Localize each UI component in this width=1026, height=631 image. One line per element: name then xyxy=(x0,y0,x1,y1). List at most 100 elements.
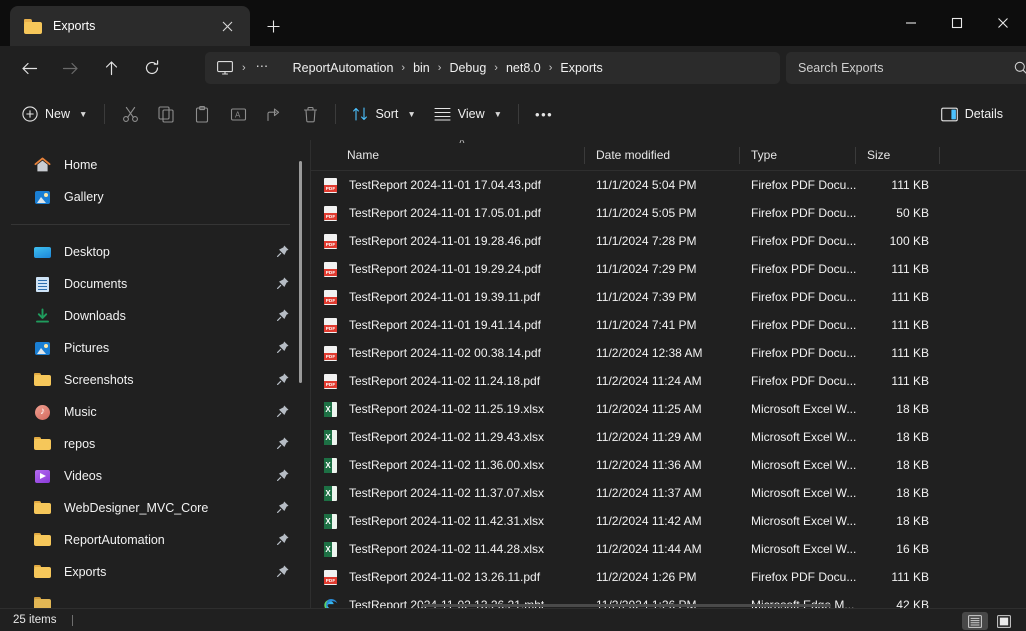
pin-icon[interactable] xyxy=(276,436,290,455)
view-button[interactable]: View ▼ xyxy=(425,98,511,130)
sidebar-item-home[interactable]: Home xyxy=(10,149,298,181)
pin-icon[interactable] xyxy=(276,372,290,391)
pin-icon[interactable] xyxy=(276,308,290,327)
table-row[interactable]: TestReport 2024-11-02 11.42.31.xlsx 11/2/… xyxy=(311,507,1026,535)
search-input[interactable]: Search Exports xyxy=(786,52,1026,84)
sidebar-item-repos[interactable]: repos xyxy=(10,428,298,460)
delete-button[interactable] xyxy=(292,98,328,130)
table-row[interactable]: TestReport 2024-11-02 11.44.28.xlsx 11/2/… xyxy=(311,535,1026,563)
table-row[interactable]: TestReport 2024-11-01 19.28.46.pdf 11/1/2… xyxy=(311,227,1026,255)
large-icons-view-button[interactable] xyxy=(991,612,1017,630)
file-name-cell[interactable]: TestReport 2024-11-02 11.29.43.xlsx xyxy=(311,429,585,446)
tab-close-icon[interactable] xyxy=(214,13,240,39)
table-row[interactable]: TestReport 2024-11-02 11.36.00.xlsx 11/2/… xyxy=(311,451,1026,479)
share-button[interactable] xyxy=(256,98,292,130)
file-name-cell[interactable]: TestReport 2024-11-01 19.29.24.pdf xyxy=(311,261,585,278)
sidebar-item-partial[interactable] xyxy=(10,588,298,608)
navigation-sidebar[interactable]: Home Gallery Desktop Documents Downloads xyxy=(0,140,310,608)
breadcrumb: › ⋯ ReportAutomation › bin › Debug › net… xyxy=(205,52,780,84)
sidebar-item-reportautomation[interactable]: ReportAutomation xyxy=(10,524,298,556)
pin-icon[interactable] xyxy=(276,564,290,583)
table-row[interactable]: TestReport 2024-11-01 17.04.43.pdf 11/1/2… xyxy=(311,171,1026,199)
minimize-button[interactable] xyxy=(888,0,934,46)
table-row[interactable]: TestReport 2024-11-01 19.39.11.pdf 11/1/2… xyxy=(311,283,1026,311)
sidebar-item-videos[interactable]: Videos xyxy=(10,460,298,492)
close-button[interactable] xyxy=(980,0,1026,46)
table-row[interactable]: TestReport 2024-11-01 19.29.24.pdf 11/1/2… xyxy=(311,255,1026,283)
monitor-icon[interactable] xyxy=(215,60,234,77)
column-header-date-modified[interactable]: Date modified xyxy=(585,140,740,171)
sidebar-item-music[interactable]: ♪ Music xyxy=(10,396,298,428)
file-name-cell[interactable]: TestReport 2024-11-01 17.05.01.pdf xyxy=(311,205,585,222)
scrollbar-thumb[interactable] xyxy=(421,604,831,607)
file-name-cell[interactable]: TestReport 2024-11-01 19.39.11.pdf xyxy=(311,289,585,306)
sidebar-item-downloads[interactable]: Downloads xyxy=(10,300,298,332)
file-name-cell[interactable]: TestReport 2024-11-02 11.44.28.xlsx xyxy=(311,541,585,558)
breadcrumb-item-debug[interactable]: Debug xyxy=(449,61,486,75)
tab-exports[interactable]: Exports xyxy=(10,6,250,46)
table-row[interactable]: TestReport 2024-11-02 11.24.18.pdf 11/2/2… xyxy=(311,367,1026,395)
table-row[interactable]: TestReport 2024-11-02 00.38.14.pdf 11/2/2… xyxy=(311,339,1026,367)
table-row[interactable]: TestReport 2024-11-01 17.05.01.pdf 11/1/2… xyxy=(311,199,1026,227)
table-row[interactable]: TestReport 2024-11-02 11.37.07.xlsx 11/2/… xyxy=(311,479,1026,507)
pin-icon[interactable] xyxy=(276,276,290,295)
file-name-cell[interactable]: TestReport 2024-11-02 11.24.18.pdf xyxy=(311,373,585,390)
copy-button[interactable] xyxy=(148,98,184,130)
file-name-cell[interactable]: TestReport 2024-11-02 00.38.14.pdf xyxy=(311,345,585,362)
new-button[interactable]: New ▼ xyxy=(14,98,97,130)
file-name-cell[interactable]: TestReport 2024-11-01 19.41.14.pdf xyxy=(311,317,585,334)
rename-button[interactable]: A xyxy=(220,98,256,130)
cut-button[interactable] xyxy=(112,98,148,130)
file-name-cell[interactable]: TestReport 2024-11-01 17.04.43.pdf xyxy=(311,177,585,194)
file-name-cell[interactable]: TestReport 2024-11-02 11.42.31.xlsx xyxy=(311,513,585,530)
breadcrumb-item-reportautomation[interactable]: ReportAutomation xyxy=(293,61,394,75)
file-name-cell[interactable]: TestReport 2024-11-02 11.36.00.xlsx xyxy=(311,457,585,474)
file-name-cell[interactable]: TestReport 2024-11-02 13.26.11.pdf xyxy=(311,569,585,586)
table-row[interactable]: TestReport 2024-11-02 11.25.19.xlsx 11/2/… xyxy=(311,395,1026,423)
refresh-button[interactable] xyxy=(136,52,168,84)
pin-icon[interactable] xyxy=(276,404,290,423)
up-button[interactable] xyxy=(95,52,127,84)
breadcrumb-overflow[interactable]: ⋯ xyxy=(254,58,272,79)
column-header-type[interactable]: Type xyxy=(740,140,856,171)
sort-button[interactable]: Sort ▼ xyxy=(343,98,424,130)
pin-icon[interactable] xyxy=(276,340,290,359)
sidebar-item-screenshots[interactable]: Screenshots xyxy=(10,364,298,396)
breadcrumb-item-net80[interactable]: net8.0 xyxy=(506,61,541,75)
pin-icon[interactable] xyxy=(276,244,290,263)
breadcrumb-item-bin[interactable]: bin xyxy=(413,61,430,75)
sidebar-item-documents[interactable]: Documents xyxy=(10,268,298,300)
back-button[interactable] xyxy=(13,52,45,84)
table-row[interactable]: TestReport 2024-11-02 13.26.11.pdf 11/2/2… xyxy=(311,563,1026,591)
file-name-cell[interactable]: TestReport 2024-11-01 19.28.46.pdf xyxy=(311,233,585,250)
pin-icon[interactable] xyxy=(276,468,290,487)
maximize-button[interactable] xyxy=(934,0,980,46)
sidebar-item-label: Videos xyxy=(64,469,102,483)
file-name-cell[interactable]: TestReport 2024-11-02 11.25.19.xlsx xyxy=(311,401,585,418)
pdf-file-icon xyxy=(323,261,339,278)
sidebar-scrollbar[interactable] xyxy=(299,161,302,383)
paste-button[interactable] xyxy=(184,98,220,130)
search-icon[interactable] xyxy=(1014,61,1026,75)
forward-button[interactable] xyxy=(54,52,86,84)
new-tab-button[interactable] xyxy=(258,11,288,41)
pin-icon[interactable] xyxy=(276,500,290,519)
file-name-cell[interactable]: TestReport 2024-11-02 11.37.07.xlsx xyxy=(311,485,585,502)
pin-icon[interactable] xyxy=(276,532,290,551)
sidebar-item-exports[interactable]: Exports xyxy=(10,556,298,588)
sidebar-item-desktop[interactable]: Desktop xyxy=(10,236,298,268)
sort-button-label: Sort xyxy=(375,107,399,121)
documents-icon xyxy=(34,276,51,293)
details-view-button[interactable] xyxy=(962,612,988,630)
sidebar-item-pictures[interactable]: Pictures xyxy=(10,332,298,364)
sidebar-item-gallery[interactable]: Gallery xyxy=(10,181,298,213)
sidebar-item-webdesigner-mvc-core[interactable]: WebDesigner_MVC_Core xyxy=(10,492,298,524)
file-name-label: TestReport 2024-11-01 19.29.24.pdf xyxy=(349,262,541,276)
breadcrumb-item-exports[interactable]: Exports xyxy=(560,61,602,75)
table-row[interactable]: TestReport 2024-11-02 11.29.43.xlsx 11/2/… xyxy=(311,423,1026,451)
column-header-size[interactable]: Size xyxy=(856,140,940,171)
details-pane-button[interactable]: Details xyxy=(932,98,1012,130)
table-row[interactable]: TestReport 2024-11-01 19.41.14.pdf 11/1/2… xyxy=(311,311,1026,339)
column-header-name[interactable]: ˄ Name xyxy=(311,140,585,171)
more-options-button[interactable]: ••• xyxy=(526,98,562,130)
